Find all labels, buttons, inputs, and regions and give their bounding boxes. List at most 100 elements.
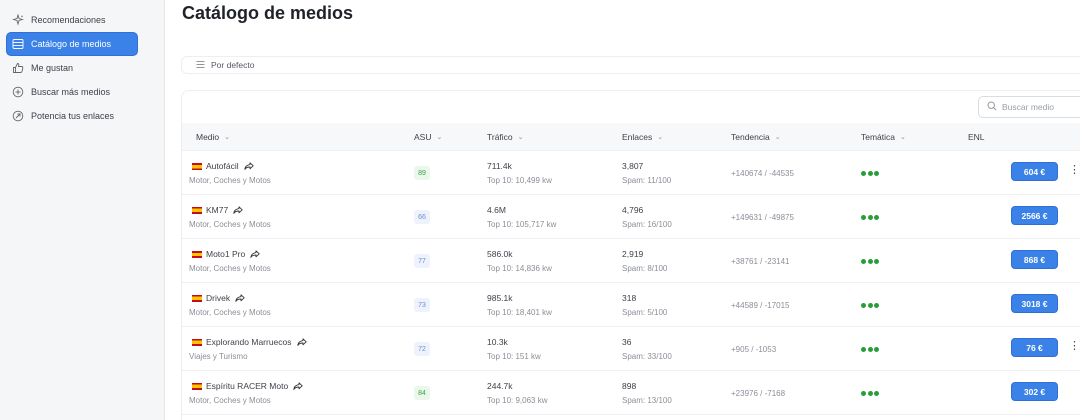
sidebar-item-recomendaciones[interactable]: Recomendaciones — [7, 9, 137, 31]
spam-score: Spam: 11/100 — [622, 176, 672, 185]
column-header-medio[interactable]: Medio ⌄ — [196, 123, 230, 151]
search-input[interactable]: Buscar medio — [978, 96, 1080, 118]
medio-label[interactable]: KM77 — [206, 205, 228, 215]
column-header-tematica[interactable]: Temática ⌄ — [861, 123, 906, 151]
medio-label[interactable]: Espíritu RACER Moto — [206, 381, 288, 391]
chevron-down-icon: ⌄ — [657, 134, 664, 141]
main-content: Catálogo de medios Por defecto Buscar me… — [165, 0, 1080, 420]
medio-category: Motor, Coches y Motos — [189, 176, 271, 185]
thematic-dot — [874, 259, 879, 264]
more-options-icon[interactable]: ⋮ — [1069, 165, 1080, 176]
spam-score: Spam: 13/100 — [622, 396, 672, 405]
sidebar-item-potencia[interactable]: Potencia tus enlaces — [7, 105, 137, 127]
medio-name[interactable]: Explorando Marruecos — [192, 337, 307, 347]
thematic-dot — [861, 347, 866, 352]
rocket-icon — [12, 110, 24, 122]
column-header-label: Tendencia — [731, 132, 770, 142]
asu-badge: 72 — [414, 342, 430, 356]
share-icon[interactable] — [235, 294, 245, 302]
medio-label[interactable]: Explorando Marruecos — [206, 337, 292, 347]
sidebar: Recomendaciones Catálogo de medios Me gu… — [0, 0, 165, 420]
price-button[interactable]: 76 € — [1011, 338, 1058, 357]
medio-label[interactable]: Drivek — [206, 293, 230, 303]
medio-category: Motor, Coches y Motos — [189, 396, 271, 405]
links-value: 898 — [622, 381, 637, 391]
spam-score: Spam: 33/100 — [622, 352, 672, 361]
links-value: 2,919 — [622, 249, 644, 259]
column-header-trafico[interactable]: Tráfico ⌄ — [487, 123, 524, 151]
price-button[interactable]: 868 € — [1011, 250, 1058, 269]
links-value: 36 — [622, 337, 632, 347]
traffic-top10: Top 10: 105,717 kw — [487, 220, 557, 229]
thematic-dots — [861, 171, 879, 176]
traffic-value: 4.6M — [487, 205, 506, 215]
sidebar-item-label: Catálogo de medios — [31, 39, 112, 49]
thematic-dot — [861, 215, 866, 220]
menu-lines-icon — [196, 60, 205, 71]
thematic-dots — [861, 215, 879, 220]
more-options-icon[interactable]: ⋮ — [1069, 341, 1080, 352]
medio-label[interactable]: Moto1 Pro — [206, 249, 245, 259]
thematic-dots — [861, 391, 879, 396]
table-row: KM77 Motor, Coches y Motos 66 4.6M Top 10: 1… — [182, 195, 1080, 239]
thematic-dot — [874, 391, 879, 396]
asu-badge: 77 — [414, 254, 430, 268]
column-header-enl: ENL — [968, 123, 985, 151]
sparkles-icon — [12, 14, 24, 26]
spain-flag-icon — [192, 206, 202, 214]
medio-name[interactable]: KM77 — [192, 205, 243, 215]
traffic-value: 586.0k — [487, 249, 513, 259]
sort-label: Por defecto — [211, 60, 255, 70]
search-icon — [987, 101, 997, 113]
medio-name[interactable]: Moto1 Pro — [192, 249, 260, 259]
plus-circle-icon — [12, 86, 24, 98]
share-icon[interactable] — [250, 250, 260, 258]
table-row: Moto1 Pro Motor, Coches y Motos 77 586.0k To… — [182, 239, 1080, 283]
price-button[interactable]: 302 € — [1011, 382, 1058, 401]
medio-category: Viajes y Turismo — [189, 352, 248, 361]
column-header-label: Enlaces — [622, 132, 653, 142]
price-button[interactable]: 604 € — [1011, 162, 1058, 181]
sidebar-item-me-gustan[interactable]: Me gustan — [7, 57, 137, 79]
thematic-dot — [874, 347, 879, 352]
column-header-enlaces[interactable]: Enlaces ⌄ — [622, 123, 663, 151]
medio-name[interactable]: Drivek — [192, 293, 245, 303]
medio-name[interactable]: Espíritu RACER Moto — [192, 381, 303, 391]
share-icon[interactable] — [293, 382, 303, 390]
thematic-dot — [867, 171, 873, 176]
traffic-top10: Top 10: 151 kw — [487, 352, 541, 361]
medio-label[interactable]: Autofácil — [206, 161, 239, 171]
asu-badge: 89 — [414, 166, 430, 180]
thematic-dots — [861, 259, 879, 264]
medio-category: Motor, Coches y Motos — [189, 264, 271, 273]
spam-score: Spam: 8/100 — [622, 264, 668, 273]
share-icon[interactable] — [243, 162, 254, 170]
spain-flag-icon — [192, 294, 202, 302]
column-header-tendencia[interactable]: Tendencia ⌄ — [731, 123, 781, 151]
thumbs-up-icon — [12, 62, 24, 74]
medio-name[interactable]: Autofácil — [192, 161, 254, 171]
medio-category: Motor, Coches y Motos — [189, 308, 271, 317]
price-button[interactable]: 3018 € — [1011, 294, 1058, 313]
price-button[interactable]: 2566 € — [1011, 206, 1058, 225]
thematic-dot — [861, 391, 866, 396]
sidebar-item-catalogo[interactable]: Catálogo de medios — [7, 33, 137, 55]
traffic-top10: Top 10: 10,499 kw — [487, 176, 552, 185]
medio-category: Motor, Coches y Motos — [189, 220, 271, 229]
list-icon — [12, 38, 24, 50]
search-placeholder: Buscar medio — [1002, 102, 1054, 112]
column-header-asu[interactable]: ASU ⌄ — [414, 123, 442, 151]
sidebar-item-label: Potencia tus enlaces — [31, 111, 115, 121]
asu-badge: 66 — [414, 210, 430, 224]
thematic-dots — [861, 347, 879, 352]
column-header-label: ASU — [414, 132, 432, 142]
sidebar-item-buscar[interactable]: Buscar más medios — [7, 81, 137, 103]
thematic-dot — [874, 171, 879, 176]
column-header-label: Temática — [861, 132, 896, 142]
share-icon[interactable] — [233, 206, 243, 214]
thematic-dot — [861, 171, 866, 176]
chevron-down-icon: ⌄ — [774, 134, 781, 141]
column-header-label: ENL — [968, 132, 985, 142]
share-icon[interactable] — [296, 338, 307, 346]
sort-selector[interactable]: Por defecto — [181, 56, 1080, 74]
